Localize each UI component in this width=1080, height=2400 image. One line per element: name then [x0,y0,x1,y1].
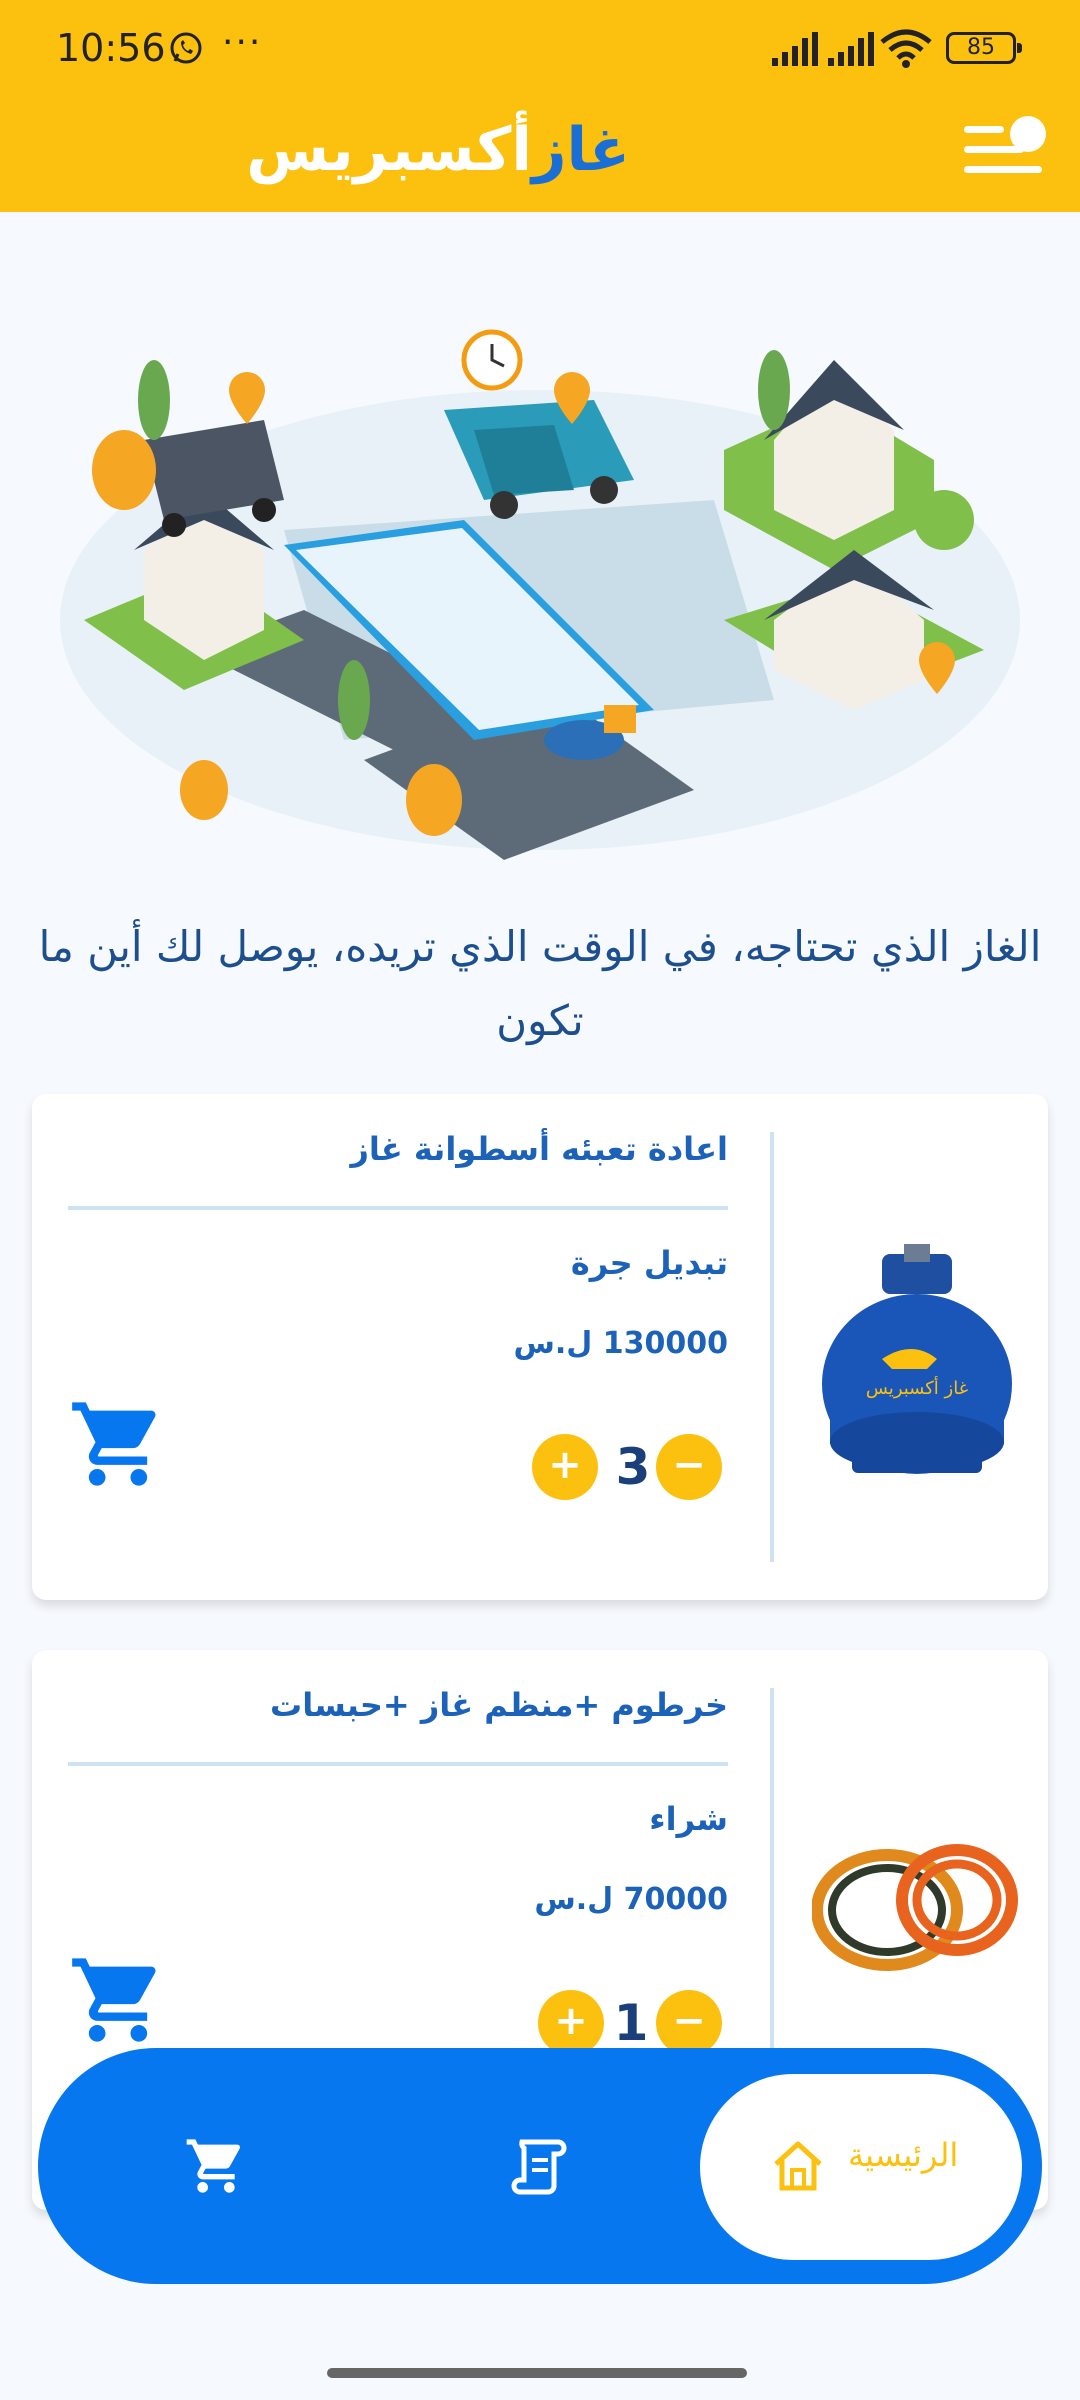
card-divider [68,1762,728,1766]
product-card: غاز أكسبريس اعادة تعبئه أسطوانة غاز تبدي… [32,1094,1048,1600]
cylinder-logo-text: غاز أكسبريس [866,1376,968,1399]
nav-home-tab[interactable]: الرئيسية [700,2074,1022,2260]
battery-icon: 85 [946,32,1022,64]
quantity-stepper: + 3 − [532,1434,762,1500]
quantity-value: 3 [615,1438,651,1496]
quantity-value: 1 [613,1994,649,2052]
add-to-cart-icon[interactable] [68,1394,168,1494]
hero-tagline: الغاز الذي تحتاجه، في الوقت الذي تريده، … [38,922,1042,1045]
brand-part1: غاز [531,115,630,185]
card-divider-vertical [770,1132,774,1562]
wifi-icon [880,29,932,68]
signal-icon-2 [828,32,874,66]
status-bar: 10:56 ··· 85 [0,22,1080,78]
nav-home-label: الرئيسية [848,2136,959,2174]
signal-icon [772,32,818,66]
bottom-navigation: الرئيسية [38,2048,1042,2284]
gas-hose-image [812,1844,1018,1971]
home-icon [774,2141,822,2191]
quantity-stepper: + 1 − [538,1990,768,2056]
increase-quantity-button[interactable]: + [538,1990,604,2056]
status-time: 10:56 [56,26,166,70]
gas-cylinder-image: غاز أكسبريس [822,1244,1012,1474]
product-price: 130000 ل.س [513,1326,728,1361]
app-header: 10:56 ··· 85 غازأكسبريس [0,0,1080,212]
hero-illustration [34,320,1046,880]
gesture-bar[interactable] [327,2368,747,2378]
add-to-cart-icon[interactable] [68,1950,168,2050]
decrease-quantity-button[interactable]: − [656,1434,722,1500]
product-title: خرطوم +منظم غاز +حبسات [270,1686,728,1724]
decrease-quantity-button[interactable]: − [656,1990,722,2056]
product-title: اعادة تعبئه أسطوانة غاز [350,1130,728,1168]
card-divider [68,1206,728,1210]
brand-part2: أكسبريس [246,115,532,185]
nav-cart-icon[interactable] [184,2134,248,2198]
product-service-type: تبديل جرة [570,1244,728,1282]
increase-quantity-button[interactable]: + [532,1434,598,1500]
product-price: 70000 ل.س [534,1882,728,1917]
more-notifications-icon: ··· [222,22,263,63]
app-brand-title: غازأكسبريس [246,110,630,190]
menu-icon[interactable] [960,112,1050,182]
product-service-type: شراء [649,1800,728,1838]
whatsapp-icon [170,32,202,64]
nav-orders-icon[interactable] [508,2134,572,2198]
